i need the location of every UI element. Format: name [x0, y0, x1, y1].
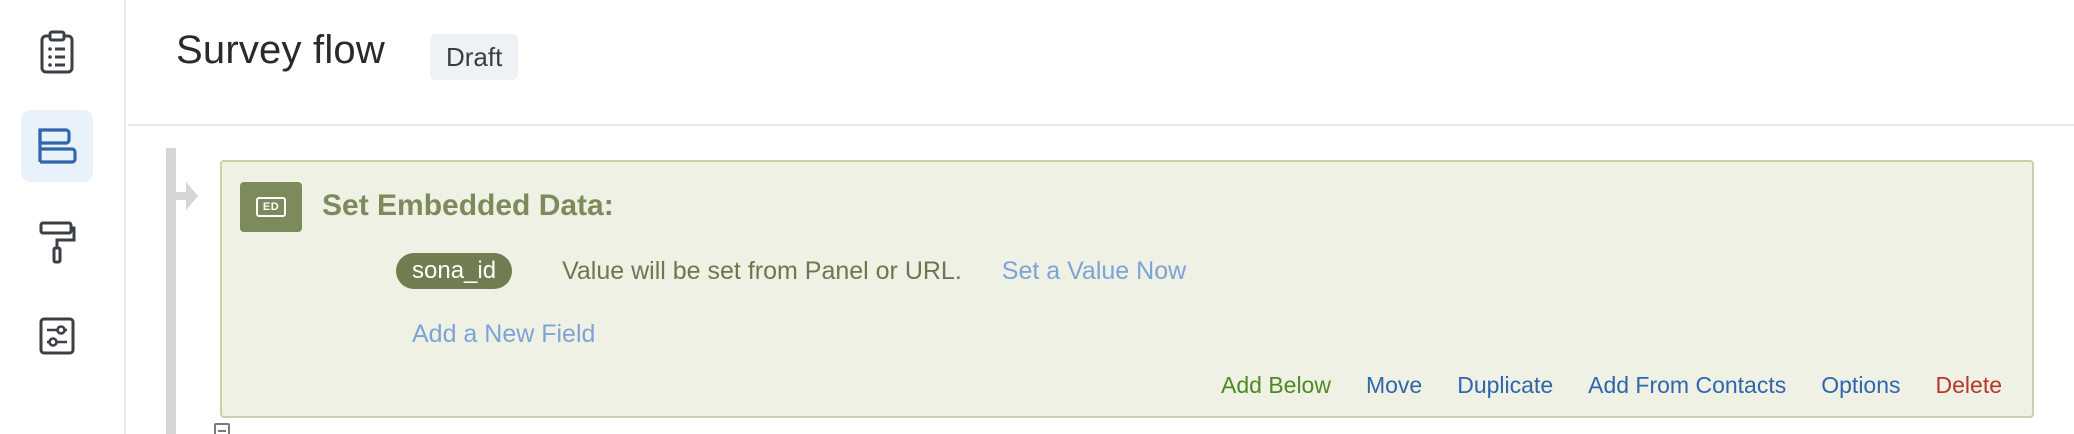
- rail-item-survey[interactable]: [21, 16, 93, 88]
- sliders-settings-icon: [38, 316, 76, 356]
- survey-flow-app: Survey flow Draft ED Set Embedded Data: …: [0, 0, 2074, 434]
- block-title[interactable]: Set Embedded Data:: [322, 186, 614, 226]
- block-actions: Add Below Move Duplicate Add From Contac…: [1221, 370, 2002, 400]
- add-from-contacts-link[interactable]: Add From Contacts: [1588, 370, 1786, 400]
- set-value-now-link[interactable]: Set a Value Now: [1002, 253, 1186, 289]
- rail-item-survey-options[interactable]: [21, 300, 93, 372]
- duplicate-link[interactable]: Duplicate: [1457, 370, 1553, 400]
- embedded-field-row: sona_id Value will be set from Panel or …: [396, 252, 1186, 290]
- rail-item-look-and-feel[interactable]: [21, 206, 93, 278]
- embedded-field-name[interactable]: sona_id: [396, 253, 513, 289]
- survey-flow-icon: [36, 126, 78, 166]
- status-badge: Draft: [430, 34, 519, 80]
- flow-canvas: ED Set Embedded Data: sona_id Value will…: [128, 128, 2074, 434]
- clipboard-list-icon: [39, 30, 75, 74]
- page-title: Survey flow: [176, 28, 385, 72]
- flow-arrow-icon: [176, 182, 198, 210]
- embedded-data-icon: ED: [240, 182, 302, 232]
- collapse-icon[interactable]: [214, 423, 230, 434]
- add-new-field-link[interactable]: Add a New Field: [412, 316, 595, 352]
- options-link[interactable]: Options: [1821, 370, 1900, 400]
- embedded-data-badge-label: ED: [256, 197, 286, 217]
- add-below-link[interactable]: Add Below: [1221, 370, 1331, 400]
- rail-item-survey-flow[interactable]: [21, 110, 93, 182]
- move-link[interactable]: Move: [1366, 370, 1422, 400]
- embedded-data-block: ED Set Embedded Data: sona_id Value will…: [220, 160, 2034, 418]
- paint-roller-icon: [38, 220, 76, 264]
- page-header: Survey flow Draft: [128, 0, 2074, 126]
- left-nav-rail: [0, 0, 126, 434]
- flow-connector-line: [166, 148, 176, 434]
- embedded-field-description: Value will be set from Panel or URL.: [562, 257, 962, 285]
- delete-link[interactable]: Delete: [1936, 370, 2002, 400]
